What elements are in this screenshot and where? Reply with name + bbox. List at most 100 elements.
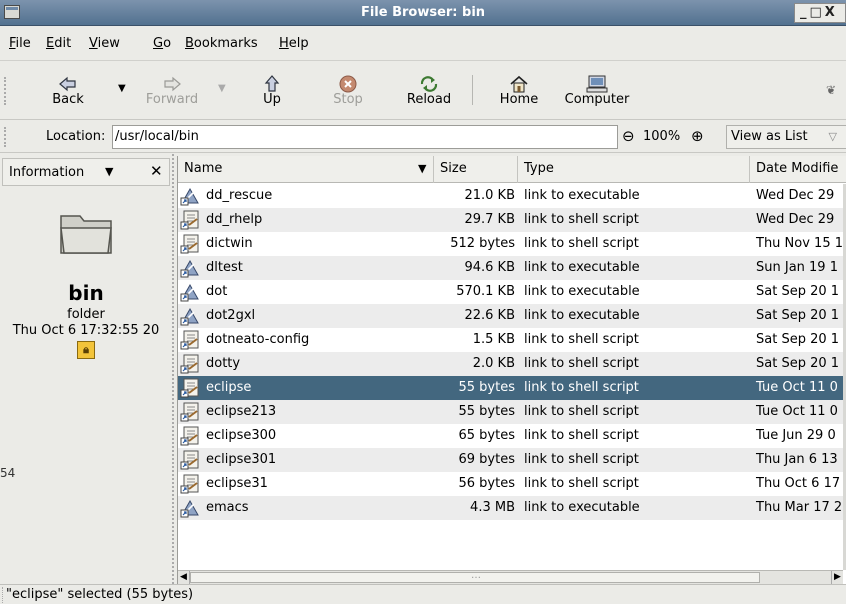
menu-help[interactable]: Help [279, 36, 309, 51]
file-name: dd_rescue [206, 188, 273, 203]
back-history-dropdown[interactable]: ▼ [118, 83, 126, 94]
forward-history-dropdown[interactable]: ▼ [218, 83, 226, 94]
file-size: 512 bytes [450, 236, 515, 251]
menu-bookmarks[interactable]: Bookmarks [185, 36, 258, 51]
column-header-type[interactable]: Type [518, 156, 750, 183]
back-button[interactable]: Back [44, 61, 92, 119]
reload-button[interactable]: Reload [402, 61, 456, 119]
window-controls[interactable]: _□X [794, 3, 846, 23]
executable-link-icon [180, 282, 200, 302]
file-size: 1.5 KB [472, 332, 515, 347]
file-date: Tue Oct 11 0 [756, 404, 838, 419]
file-row[interactable]: dictwin 512 bytes link to shell script Thu … [178, 232, 843, 256]
file-row[interactable]: dotty 2.0 KB link to shell script Sat Sep 2… [178, 352, 843, 376]
file-name: dotneato-config [206, 332, 310, 347]
file-size: 29.7 KB [464, 212, 515, 227]
file-name: dd_rhelp [206, 212, 263, 227]
close-icon[interactable]: ✕ [150, 162, 163, 180]
toolbar-separator [472, 75, 473, 105]
file-date: Thu Nov 15 1 [756, 236, 843, 251]
up-button[interactable]: Up [254, 61, 290, 119]
file-date: Wed Dec 29 [756, 212, 835, 227]
file-type: link to executable [524, 308, 640, 323]
menu-go[interactable]: Go [153, 36, 171, 51]
file-row[interactable]: dd_rescue 21.0 KB link to executable Wed De… [178, 184, 843, 208]
zoom-out-icon[interactable]: ⊖ [622, 127, 635, 145]
file-row[interactable]: emacs 4.3 MB link to executable Thu Mar 17 … [178, 496, 843, 520]
file-name: eclipse213 [206, 404, 277, 419]
file-name: dictwin [206, 236, 253, 251]
shell-script-link-icon [180, 378, 200, 398]
pane-splitter[interactable] [172, 154, 176, 584]
selected-folder-name: bin [68, 281, 104, 305]
file-row[interactable]: dltest 94.6 KB link to executable Sun Jan 1… [178, 256, 843, 280]
file-row[interactable]: eclipse301 69 bytes link to shell script Th… [178, 448, 843, 472]
file-name: eclipse301 [206, 452, 277, 467]
file-type: link to shell script [524, 356, 639, 371]
file-name: dotty [206, 356, 241, 371]
title-bar[interactable]: File Browser: bin _□X [0, 0, 846, 26]
file-row[interactable]: dd_rhelp 29.7 KB link to shell script Wed D… [178, 208, 843, 232]
location-label: Location: [46, 129, 106, 144]
scrollbar-thumb[interactable]: … [190, 570, 760, 583]
toolbar-grip[interactable] [4, 77, 8, 105]
file-row[interactable]: dotneato-config 1.5 KB link to shell scrip… [178, 328, 843, 352]
folder-icon [58, 210, 114, 256]
file-date: Sat Sep 20 1 [756, 332, 840, 347]
lock-icon: 🔒︎ [77, 341, 95, 359]
menu-file[interactable]: File [9, 36, 31, 51]
horizontal-scrollbar[interactable]: ◀ … ▶ [178, 570, 843, 584]
file-name: dot2gxl [206, 308, 256, 323]
file-row[interactable]: eclipse31 56 bytes link to shell script Thu… [178, 472, 843, 496]
file-name: eclipse300 [206, 428, 277, 443]
view-as-select[interactable]: View as List ▽ [726, 125, 846, 149]
file-date: Tue Oct 11 0 [756, 380, 838, 395]
file-date: Thu Oct 6 17 [756, 476, 841, 491]
file-row[interactable]: dot2gxl 22.6 KB link to executable Sat Sep … [178, 304, 843, 328]
file-date: Sun Jan 19 1 [756, 260, 838, 275]
column-header-name[interactable]: Name ▼ [178, 156, 434, 183]
chevron-down-icon: ▽ [828, 130, 837, 143]
shell-script-link-icon [180, 474, 200, 494]
zoom-in-icon[interactable]: ⊕ [691, 127, 704, 145]
shell-script-link-icon [180, 354, 200, 374]
file-row[interactable]: dot 570.1 KB link to executable Sat Sep 20 … [178, 280, 843, 304]
file-type: link to executable [524, 188, 640, 203]
stop-button[interactable]: Stop [326, 61, 370, 119]
file-type: link to shell script [524, 332, 639, 347]
file-size: 55 bytes [458, 380, 516, 395]
status-bar-grip [2, 587, 5, 603]
file-date: Sat Sep 20 1 [756, 356, 840, 371]
file-size: 69 bytes [458, 452, 516, 467]
scroll-left-icon[interactable]: ◀ [178, 571, 190, 584]
executable-link-icon [180, 258, 200, 278]
side-pane-title[interactable]: Information [9, 165, 84, 180]
shell-script-link-icon [180, 210, 200, 230]
menu-view[interactable]: View [89, 36, 120, 51]
menu-edit[interactable]: Edit [46, 36, 71, 51]
file-date: Thu Jan 6 13 [756, 452, 838, 467]
view-as-value: View as List [731, 129, 808, 144]
zoom-level[interactable]: 100% [643, 129, 680, 144]
side-pane-dropdown-icon[interactable]: ▼ [105, 165, 113, 178]
executable-link-icon [180, 498, 200, 518]
file-type: link to shell script [524, 404, 639, 419]
home-button[interactable]: Home [496, 61, 542, 119]
file-name: eclipse [206, 380, 252, 395]
location-bar-grip[interactable] [4, 127, 8, 147]
toolbar: Back ▼ Forward ▼ Up Stop Reload Home Com… [0, 60, 846, 120]
file-row[interactable]: eclipse300 65 bytes link to shell script Tu… [178, 424, 843, 448]
location-input[interactable]: /usr/local/bin [112, 125, 618, 149]
file-name: dot [206, 284, 228, 299]
forward-button[interactable]: Forward [140, 61, 204, 119]
column-header-date[interactable]: Date Modifie [750, 156, 846, 183]
file-size: 22.6 KB [464, 308, 515, 323]
scroll-right-icon[interactable]: ▶ [831, 571, 843, 584]
computer-button[interactable]: Computer [562, 61, 632, 119]
side-pane-stray-text: 54 [0, 466, 16, 480]
file-row[interactable]: eclipse 55 bytes link to shell script Tue O… [178, 376, 843, 400]
column-header-size[interactable]: Size [434, 156, 518, 183]
file-size: 94.6 KB [464, 260, 515, 275]
sort-arrow-icon: ▼ [418, 162, 427, 175]
file-row[interactable]: eclipse213 55 bytes link to shell script Tu… [178, 400, 843, 424]
